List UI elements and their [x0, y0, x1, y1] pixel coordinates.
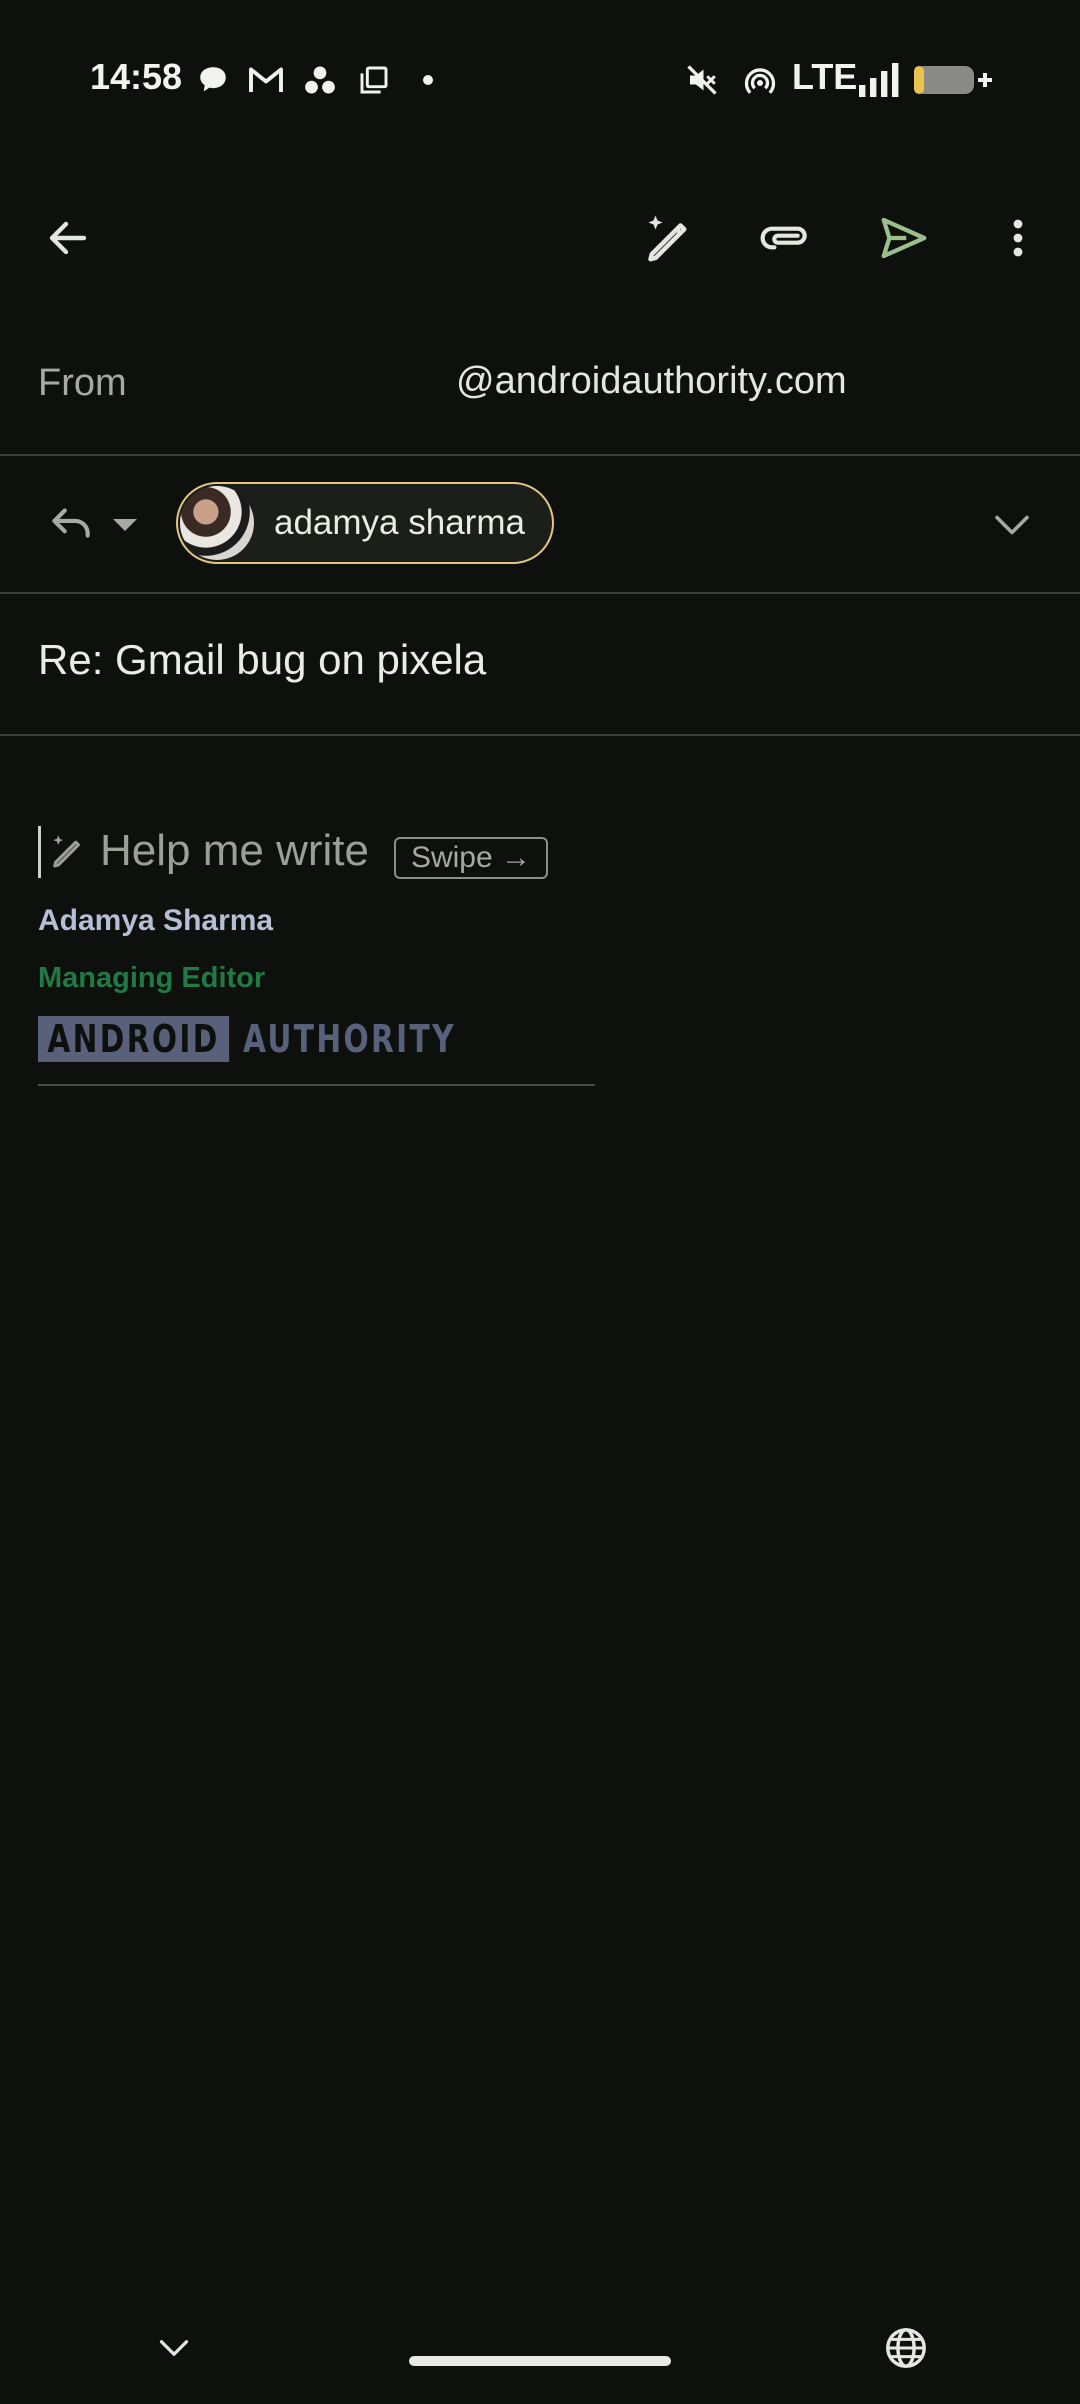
help-me-write-label[interactable]: Help me write [100, 826, 369, 876]
dot-icon [418, 58, 438, 102]
reply-mode-button[interactable] [36, 488, 106, 558]
text-cursor [38, 826, 41, 878]
hide-keyboard-button[interactable] [148, 2326, 200, 2370]
send-button[interactable] [864, 198, 944, 278]
send-icon [881, 217, 927, 259]
battery-charging-icon [912, 58, 994, 102]
help-me-write-prompt[interactable] [46, 830, 92, 876]
subject-field[interactable]: Re: Gmail bug on pixela [38, 636, 486, 684]
avatar [180, 486, 254, 560]
logo-right-text: AUTHORITY [243, 1017, 456, 1061]
hotspot-icon [738, 58, 782, 102]
home-indicator[interactable] [409, 2356, 671, 2366]
back-arrow-icon [49, 221, 87, 255]
divider [0, 454, 1080, 456]
reply-mode-dropdown[interactable] [108, 508, 142, 542]
android-authority-logo: ANDROID AUTHORITY [38, 1016, 516, 1062]
globe-icon [886, 2328, 926, 2368]
gmail-icon [244, 58, 288, 102]
from-label: From [38, 362, 127, 404]
chevron-down-icon [159, 2340, 189, 2356]
chat-bubble-icon [193, 58, 233, 102]
help-me-write-button[interactable] [628, 198, 708, 278]
expand-recipients-button[interactable] [984, 500, 1040, 550]
signature-title: Managing Editor [38, 962, 266, 994]
from-address-field[interactable]: @androidauthority.com [456, 360, 847, 403]
sparkle-pen-icon [53, 835, 80, 868]
swipe-hint: Swipe → [394, 837, 548, 879]
more-options-button[interactable] [978, 198, 1058, 278]
caret-down-icon [113, 519, 137, 531]
reply-icon [52, 508, 90, 538]
signature-divider [38, 1084, 595, 1086]
divider [0, 734, 1080, 736]
language-button[interactable] [878, 2320, 934, 2376]
more-vert-icon [1013, 219, 1023, 257]
chevron-down-icon [995, 515, 1029, 535]
status-bar: 14:58 LTE [0, 0, 1080, 160]
status-time: 14:58 [90, 56, 183, 97]
divider [0, 592, 1080, 594]
recipient-name: adamya sharma [274, 503, 525, 542]
attach-icon [760, 226, 807, 250]
copy-icon [354, 58, 394, 102]
mute-icon [680, 58, 724, 102]
recipient-chip[interactable]: adamya sharma [176, 482, 554, 564]
logo-left-text: ANDROID [38, 1016, 230, 1062]
help-me-write-icon [648, 215, 687, 262]
attach-button[interactable] [746, 198, 826, 278]
network-type: LTE [792, 56, 858, 97]
back-button[interactable] [28, 198, 108, 278]
signature-name: Adamya Sharma [38, 904, 274, 937]
dots-cluster-icon [300, 58, 340, 102]
signal-icon [856, 58, 902, 102]
